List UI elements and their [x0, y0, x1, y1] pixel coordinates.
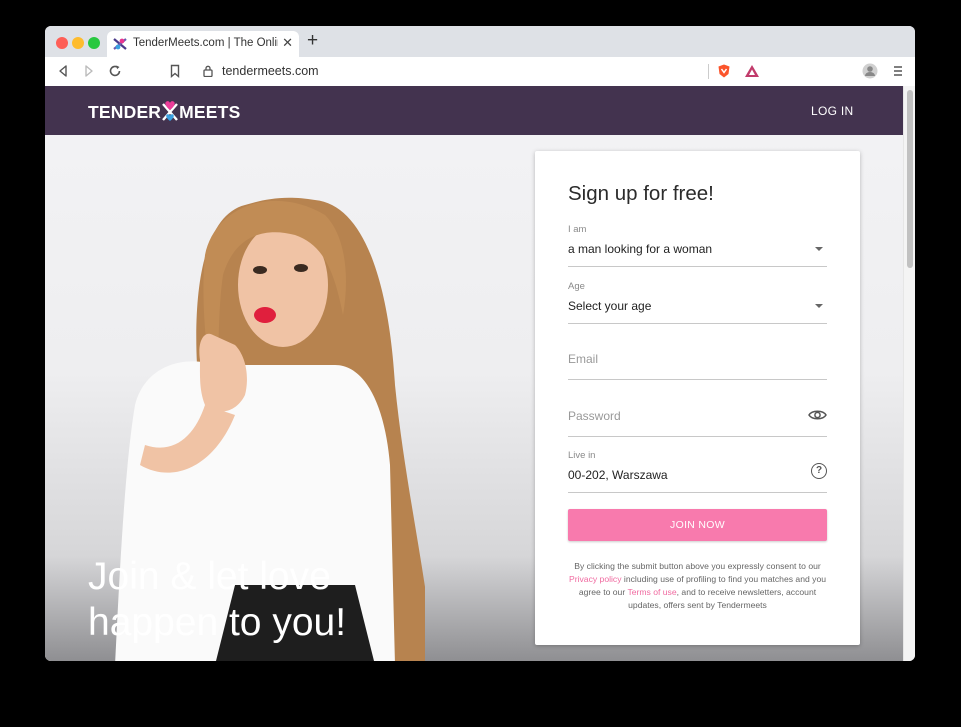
tab-title: TenderMeets.com | The Online D	[133, 37, 278, 49]
password-placeholder: Password	[568, 409, 621, 423]
profile-icon[interactable]	[862, 63, 878, 79]
logo-hearts-icon	[162, 101, 179, 121]
consent-text: By clicking the submit button above you …	[563, 560, 832, 612]
email-field[interactable]: Email	[568, 337, 827, 380]
bookmark-icon[interactable]	[167, 63, 183, 79]
brave-rewards-icon[interactable]	[744, 63, 760, 79]
brave-shield-icon[interactable]	[716, 63, 732, 79]
login-link[interactable]: LOG IN	[811, 104, 853, 118]
help-icon[interactable]: ?	[811, 463, 827, 479]
address-bar[interactable]: tendermeets.com	[190, 60, 765, 83]
forward-icon[interactable]	[81, 63, 97, 79]
show-password-eye-icon[interactable]	[808, 408, 827, 422]
live-in-field[interactable]: Live in 00-202, Warszawa ?	[568, 450, 827, 493]
page-scrollbar[interactable]	[903, 86, 915, 661]
signup-card: Sign up for free! I am a man looking for…	[535, 151, 860, 645]
reload-icon[interactable]	[107, 63, 123, 79]
terms-of-use-link[interactable]: Terms of use	[627, 587, 676, 597]
hero-headline-line1: Join & let love	[88, 555, 331, 598]
iam-select[interactable]: I am a man looking for a woman	[568, 224, 827, 267]
scrollbar-thumb[interactable]	[907, 90, 913, 268]
browser-toolbar: tendermeets.com	[45, 57, 915, 87]
site-header: TENDER MEETS LOG IN	[45, 86, 903, 135]
iam-label: I am	[568, 224, 587, 235]
age-label: Age	[568, 281, 585, 292]
menu-icon[interactable]	[890, 63, 906, 79]
email-placeholder: Email	[568, 352, 599, 366]
age-select[interactable]: Age Select your age	[568, 281, 827, 324]
password-field[interactable]: Password	[568, 394, 827, 437]
join-now-button[interactable]: JOIN NOW	[568, 509, 827, 541]
live-in-label: Live in	[568, 450, 596, 461]
back-icon[interactable]	[55, 63, 71, 79]
chevron-down-icon	[815, 304, 823, 308]
tendermeets-favicon-icon	[113, 38, 127, 50]
minimize-window-button[interactable]	[72, 37, 84, 49]
logo-text-meets: MEETS	[179, 102, 241, 122]
omnibox-divider	[708, 64, 709, 79]
age-value: Select your age	[568, 299, 652, 313]
signup-title: Sign up for free!	[568, 182, 714, 205]
consent-text-part1: By clicking the submit button above you …	[574, 561, 821, 571]
lock-icon	[203, 65, 213, 77]
live-in-value: 00-202, Warszawa	[568, 468, 668, 482]
zoom-window-button[interactable]	[88, 37, 100, 49]
url-text: tendermeets.com	[222, 64, 319, 78]
new-tab-icon[interactable]: +	[307, 31, 318, 51]
close-window-button[interactable]	[56, 37, 68, 49]
browser-tab[interactable]: TenderMeets.com | The Online D ✕	[107, 31, 299, 57]
browser-window: TenderMeets.com | The Online D ✕ + tende…	[45, 26, 915, 661]
hero-headline-line2: happen to you!	[88, 601, 347, 644]
site-logo[interactable]: TENDER MEETS	[88, 100, 240, 123]
tab-close-icon[interactable]: ✕	[282, 35, 293, 51]
logo-text-tender: TENDER	[88, 102, 162, 122]
iam-value: a man looking for a woman	[568, 242, 713, 256]
tab-strip: TenderMeets.com | The Online D ✕ +	[45, 26, 915, 57]
chevron-down-icon	[815, 247, 823, 251]
privacy-policy-link[interactable]: Privacy policy	[569, 574, 622, 584]
